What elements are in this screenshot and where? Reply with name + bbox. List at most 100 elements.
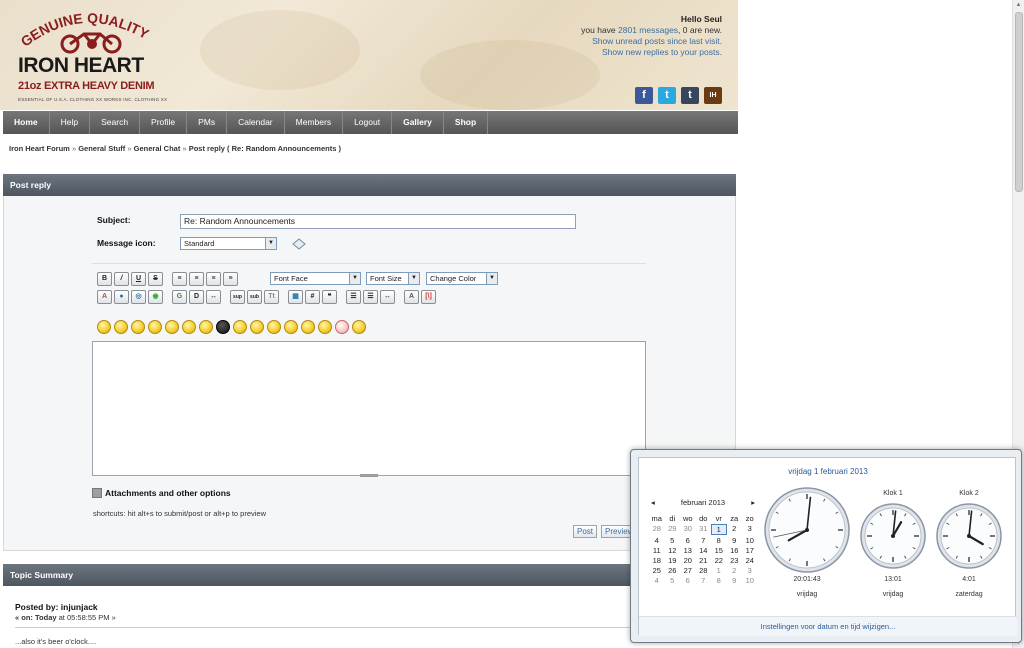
tumblr-icon[interactable]: t <box>681 87 699 104</box>
calendar-day[interactable]: 9 <box>727 536 743 545</box>
calendar-day[interactable]: 22 <box>711 556 727 565</box>
angry-icon[interactable] <box>165 320 179 334</box>
calendar-day[interactable]: 24 <box>742 556 758 565</box>
calendar-day[interactable]: 23 <box>727 556 743 565</box>
calendar-day[interactable]: 6 <box>680 576 696 585</box>
calendar-day[interactable]: 13 <box>680 546 696 555</box>
image-icon[interactable]: ● <box>114 290 129 304</box>
align-justify-button[interactable]: ≡ <box>223 272 238 286</box>
breadcrumb-link[interactable]: General Chat <box>134 144 181 153</box>
nav-item-help[interactable]: Help <box>50 111 91 134</box>
calendar-day[interactable]: 31 <box>696 524 712 535</box>
message-textarea[interactable] <box>92 341 646 476</box>
calendar-day[interactable]: 25 <box>649 566 665 575</box>
calendar-day[interactable]: 9 <box>727 576 743 585</box>
date-time-settings-link[interactable]: Instellingen voor datum en tijd wijzigen… <box>639 616 1017 636</box>
font-size-select[interactable]: Font Size ▼ <box>366 272 420 285</box>
calendar-day[interactable]: 15 <box>711 546 727 555</box>
messages-link[interactable]: 2801 messages <box>618 25 678 35</box>
twitter-icon[interactable]: t <box>658 87 676 104</box>
link-icon[interactable]: ◎ <box>131 290 146 304</box>
unread-posts-link[interactable]: Show unread posts since last visit. <box>592 36 722 46</box>
scroll-up-icon[interactable]: ▲ <box>1013 0 1024 10</box>
new-replies-link[interactable]: Show new replies to your posts. <box>602 47 722 57</box>
italic-button[interactable]: / <box>114 272 129 286</box>
calendar-day[interactable]: 10 <box>742 576 758 585</box>
calendar-day[interactable]: 12 <box>665 546 681 555</box>
nav-item-logout[interactable]: Logout <box>343 111 393 134</box>
calendar-day[interactable]: 14 <box>696 546 712 555</box>
bold-button[interactable]: B <box>97 272 112 286</box>
breadcrumb-link[interactable]: General Stuff <box>78 144 125 153</box>
smiley-icon[interactable] <box>97 320 111 334</box>
calendar-day[interactable]: 17 <box>742 546 758 555</box>
kiss-icon[interactable] <box>335 320 349 334</box>
breadcrumb-link[interactable]: Iron Heart Forum <box>9 144 70 153</box>
calendar-today[interactable]: 1 <box>711 524 727 535</box>
calendar-day[interactable]: 6 <box>680 536 696 545</box>
calendar-day[interactable]: 1 <box>711 566 727 575</box>
superscript-icon[interactable]: sup <box>230 290 245 304</box>
quote-icon[interactable]: ❝ <box>322 290 337 304</box>
prev-month-icon[interactable]: ◂ <box>651 498 655 507</box>
remove-format-icon[interactable]: A <box>404 290 419 304</box>
calendar-day[interactable]: 28 <box>649 524 665 535</box>
calendar-day[interactable]: 3 <box>742 524 758 535</box>
nav-item-pms[interactable]: PMs <box>187 111 228 134</box>
ordered-list-icon[interactable]: ☰ <box>363 290 378 304</box>
teletype-icon[interactable]: Tt <box>264 290 279 304</box>
calendar-day[interactable]: 27 <box>680 566 696 575</box>
calendar-day[interactable]: 20 <box>680 556 696 565</box>
calendar-day[interactable]: 3 <box>742 566 758 575</box>
nav-item-profile[interactable]: Profile <box>140 111 188 134</box>
calendar-day[interactable]: 11 <box>649 546 665 555</box>
bullet-list-icon[interactable]: ☰ <box>346 290 361 304</box>
calendar-day[interactable]: 28 <box>696 566 712 575</box>
nav-item-search[interactable]: Search <box>90 111 141 134</box>
calendar-day[interactable]: 7 <box>696 576 712 585</box>
calendar-day[interactable]: 19 <box>665 556 681 565</box>
align-left-button[interactable]: ≡ <box>172 272 187 286</box>
strikethrough-button[interactable]: S <box>148 272 163 286</box>
calendar-day[interactable]: 30 <box>680 524 696 535</box>
long-date-link[interactable]: vrijdag 1 februari 2013 <box>639 467 1017 476</box>
calendar-day[interactable]: 16 <box>727 546 743 555</box>
marquee-icon[interactable]: ↔ <box>206 290 221 304</box>
undecided-icon[interactable] <box>318 320 332 334</box>
calendar-day[interactable]: 2 <box>727 524 743 535</box>
preview-button[interactable]: Preview <box>601 525 633 538</box>
calendar-day[interactable]: 21 <box>696 556 712 565</box>
font-face-select[interactable]: Font Face ▼ <box>270 272 361 285</box>
glow-icon[interactable]: G <box>172 290 187 304</box>
calendar-month-title[interactable]: februari 2013 <box>681 498 725 507</box>
calendar-day[interactable]: 5 <box>665 576 681 585</box>
attachments-toggle[interactable]: Attachments and other options <box>92 488 231 498</box>
cry-icon[interactable] <box>352 320 366 334</box>
sad-icon[interactable] <box>182 320 196 334</box>
calendar-day[interactable]: 8 <box>711 536 727 545</box>
lips-sealed-icon[interactable] <box>301 320 315 334</box>
embarrassed-icon[interactable] <box>284 320 298 334</box>
shadow-icon[interactable]: D <box>189 290 204 304</box>
nav-item-gallery[interactable]: Gallery <box>392 111 444 134</box>
site-logo[interactable]: GENUINE QUALITY IRON HEART 21oz EXTRA HE… <box>12 4 172 104</box>
align-right-button[interactable]: ≡ <box>206 272 221 286</box>
ftp-icon[interactable]: ◉ <box>148 290 163 304</box>
calendar-day[interactable]: 29 <box>665 524 681 535</box>
resize-grip[interactable] <box>360 474 378 477</box>
calendar-day[interactable]: 10 <box>742 536 758 545</box>
grin-icon[interactable] <box>148 320 162 334</box>
facebook-icon[interactable]: f <box>635 87 653 104</box>
wink-icon[interactable] <box>114 320 128 334</box>
subject-input[interactable]: Re: Random Announcements <box>180 214 576 229</box>
blog-icon[interactable]: IH <box>704 87 722 104</box>
calendar-day[interactable]: 2 <box>727 566 743 575</box>
calendar-day[interactable]: 5 <box>665 536 681 545</box>
calendar-day[interactable]: 26 <box>665 566 681 575</box>
calendar-day[interactable]: 7 <box>696 536 712 545</box>
underline-button[interactable]: U <box>131 272 146 286</box>
post-button[interactable]: Post <box>573 525 598 538</box>
nav-item-calendar[interactable]: Calendar <box>227 111 285 134</box>
toggle-view-icon[interactable]: [\] <box>421 290 436 304</box>
shocked-icon[interactable] <box>199 320 213 334</box>
